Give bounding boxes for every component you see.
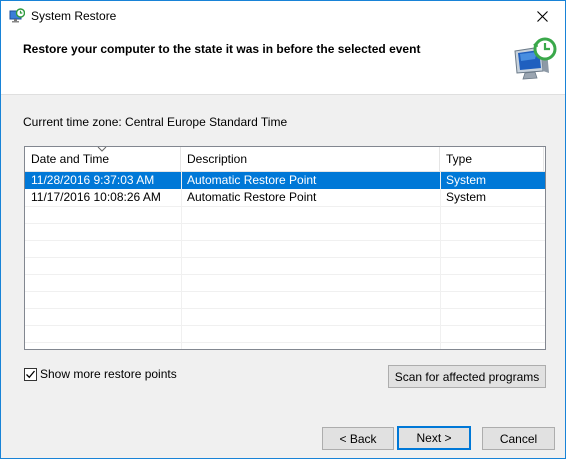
grid-line	[25, 308, 545, 309]
next-button[interactable]: Next >	[397, 426, 471, 450]
column-header-description[interactable]: Description	[181, 147, 440, 172]
grid-line	[25, 206, 545, 207]
restore-monitor-clock-icon	[514, 37, 557, 80]
system-restore-icon	[9, 8, 25, 23]
grid-line	[25, 325, 545, 326]
column-header-label: Description	[187, 152, 248, 166]
show-more-restore-points[interactable]: Show more restore points	[24, 367, 177, 381]
cell-date: 11/17/2016 10:08:26 AM	[31, 190, 161, 204]
cell-type: System	[446, 190, 487, 204]
close-button[interactable]	[520, 1, 565, 31]
grid-line	[25, 257, 545, 258]
sort-arrow-icon	[97, 147, 107, 152]
show-more-label: Show more restore points	[40, 367, 177, 381]
table-row[interactable]: 11/17/2016 10:08:26 AM Automatic Restore…	[25, 189, 545, 206]
cancel-button[interactable]: Cancel	[482, 427, 555, 450]
show-more-checkbox[interactable]	[24, 367, 37, 381]
grid-line	[25, 274, 545, 275]
grid-line	[25, 342, 545, 343]
cell-description: Automatic Restore Point	[187, 190, 317, 204]
checkmark-icon	[26, 370, 36, 378]
column-header-label: Type	[446, 152, 473, 166]
back-button[interactable]: < Back	[322, 427, 394, 450]
cell-date: 11/28/2016 9:37:03 AM	[31, 173, 155, 187]
close-icon	[537, 10, 548, 22]
window-title: System Restore	[31, 9, 117, 23]
grid-line	[25, 291, 545, 292]
column-header-label: Date and Time	[31, 152, 110, 166]
scan-affected-programs-button[interactable]: Scan for affected programs	[388, 365, 546, 388]
system-restore-window: System Restore Restore your computer to …	[0, 0, 566, 459]
grid-line	[25, 240, 545, 241]
cell-type: System	[446, 173, 487, 187]
column-divider	[440, 172, 441, 349]
column-header-date[interactable]: Date and Time	[25, 147, 181, 172]
cell-description: Automatic Restore Point	[187, 173, 317, 187]
restore-points-table[interactable]: Date and Time Description Type 11/28/201…	[24, 146, 546, 350]
table-row[interactable]: 11/28/2016 9:37:03 AM Automatic Restore …	[25, 172, 545, 189]
header-title: Restore your computer to the state it wa…	[23, 42, 421, 56]
timezone-label: Current time zone: Central Europe Standa…	[23, 115, 288, 129]
column-header-type[interactable]: Type	[440, 147, 544, 172]
table-header: Date and Time Description Type	[25, 147, 545, 172]
column-divider	[181, 172, 182, 349]
wizard-header: Restore your computer to the state it wa…	[1, 32, 565, 95]
title-bar[interactable]: System Restore	[1, 1, 565, 32]
grid-line	[25, 223, 545, 224]
